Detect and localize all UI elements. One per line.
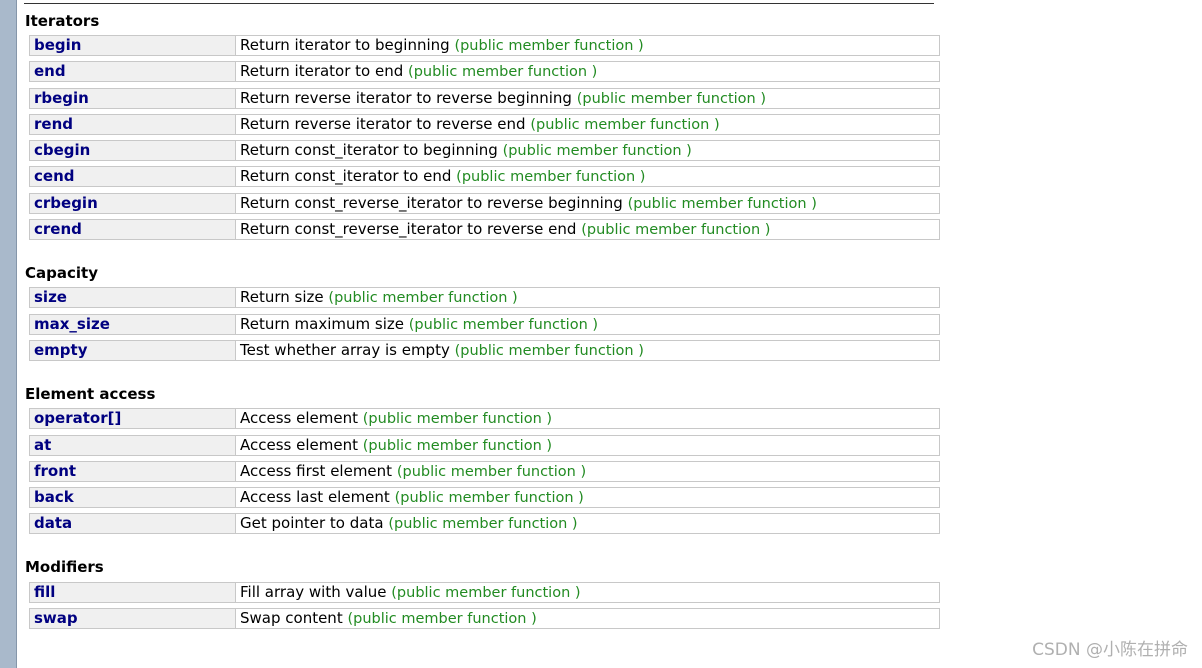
table-row: rbegin Return reverse iterator to revers… [29,88,940,109]
member-type: (public member function ) [530,117,720,133]
member-type: (public member function ) [396,464,587,480]
member-description: Return reverse iterator to reverse begin… [240,89,766,107]
table-row: max_size Return maximum size (public mem… [29,314,940,335]
member-name-link[interactable]: crend [30,220,236,239]
member-description: Return const_reverse_iterator to reverse… [240,220,771,238]
section-title-element-access: Element access [25,385,156,403]
member-name-link[interactable]: swap [30,609,236,628]
member-name-link[interactable]: begin [30,36,236,55]
table-row: cbegin Return const_iterator to beginnin… [29,140,940,161]
table-row: crend Return const_reverse_iterator to r… [29,219,940,240]
member-name-link[interactable]: crbegin [30,194,236,213]
table-row: cend Return const_iterator to end (publi… [29,166,940,187]
member-description: Return size (public member function ) [240,288,518,306]
member-description: Return iterator to end (public member fu… [240,62,598,80]
member-name-link[interactable]: at [30,436,236,455]
table-row: fill Fill array with value (public membe… [29,582,940,603]
member-type: (public member function ) [388,516,578,532]
member-description: Access element (public member function ) [240,436,553,454]
member-type: (public member function ) [347,611,537,627]
table-row: data Get pointer to data (public member … [29,513,940,534]
member-name-link[interactable]: cbegin [30,141,236,160]
member-description: Swap content (public member function ) [240,609,537,627]
member-type: (public member function ) [502,143,692,159]
member-description: Get pointer to data (public member funct… [240,514,578,532]
member-description: Fill array with value (public member fun… [240,583,581,601]
member-description: Return reverse iterator to reverse end (… [240,115,720,133]
member-description: Return const_reverse_iterator to reverse… [240,194,817,212]
table-row: front Access first element (public membe… [29,461,940,482]
member-name-link[interactable]: size [30,288,236,307]
member-description: Access last element (public member funct… [240,488,584,506]
member-type: (public member function ) [408,317,599,333]
member-type: (public member function ) [394,490,584,506]
member-description: Return const_iterator to beginning (publ… [240,141,692,159]
member-description: Return const_iterator to end (public mem… [240,167,646,185]
member-name-link[interactable]: empty [30,341,236,360]
member-name-link[interactable]: back [30,488,236,507]
member-type: (public member function ) [454,343,644,359]
member-name-link[interactable]: max_size [30,315,236,334]
table-row: swap Swap content (public member functio… [29,608,940,629]
table-row: end Return iterator to end (public membe… [29,61,940,82]
member-name-link[interactable]: rend [30,115,236,134]
member-type: (public member function ) [581,222,771,238]
table-row: begin Return iterator to beginning (publ… [29,35,940,56]
member-name-link[interactable]: operator[] [30,409,236,428]
section-title-modifiers: Modifiers [25,558,104,576]
member-description: Return iterator to beginning (public mem… [240,36,644,54]
top-divider [24,3,934,4]
member-type: (public member function ) [362,411,553,427]
member-name-link[interactable]: end [30,62,236,81]
member-type: (public member function ) [454,38,644,54]
member-name-link[interactable]: data [30,514,236,533]
member-type: (public member function ) [362,438,553,454]
csdn-watermark: CSDN @⁣⁣小陈在拼命⁣⁣ [1032,640,1188,660]
section-title-capacity: Capacity [25,264,98,282]
table-row: operator[] Access element (public member… [29,408,940,429]
left-sidebar-strip [0,0,17,668]
member-name-link[interactable]: fill [30,583,236,602]
section-title-iterators: Iterators [25,12,100,30]
member-description: Access first element (public member func… [240,462,587,480]
table-row: crbegin Return const_reverse_iterator to… [29,193,940,214]
table-row: size Return size (public member function… [29,287,940,308]
member-type: (public member function ) [408,64,598,80]
table-row: empty Test whether array is empty (publi… [29,340,940,361]
member-description: Test whether array is empty (public memb… [240,341,644,359]
member-name-link[interactable]: front [30,462,236,481]
table-row: rend Return reverse iterator to reverse … [29,114,940,135]
member-type: (public member function ) [627,196,817,212]
table-row: back Access last element (public member … [29,487,940,508]
member-description: Access element (public member function ) [240,409,553,427]
member-name-link[interactable]: rbegin [30,89,236,108]
member-description: Return maximum size (public member funct… [240,315,599,333]
member-type: (public member function ) [391,585,581,601]
member-type: (public member function ) [328,290,518,306]
member-type: (public member function ) [456,169,646,185]
member-type: (public member function ) [576,91,766,107]
table-row: at Access element (public member functio… [29,435,940,456]
member-name-link[interactable]: cend [30,167,236,186]
